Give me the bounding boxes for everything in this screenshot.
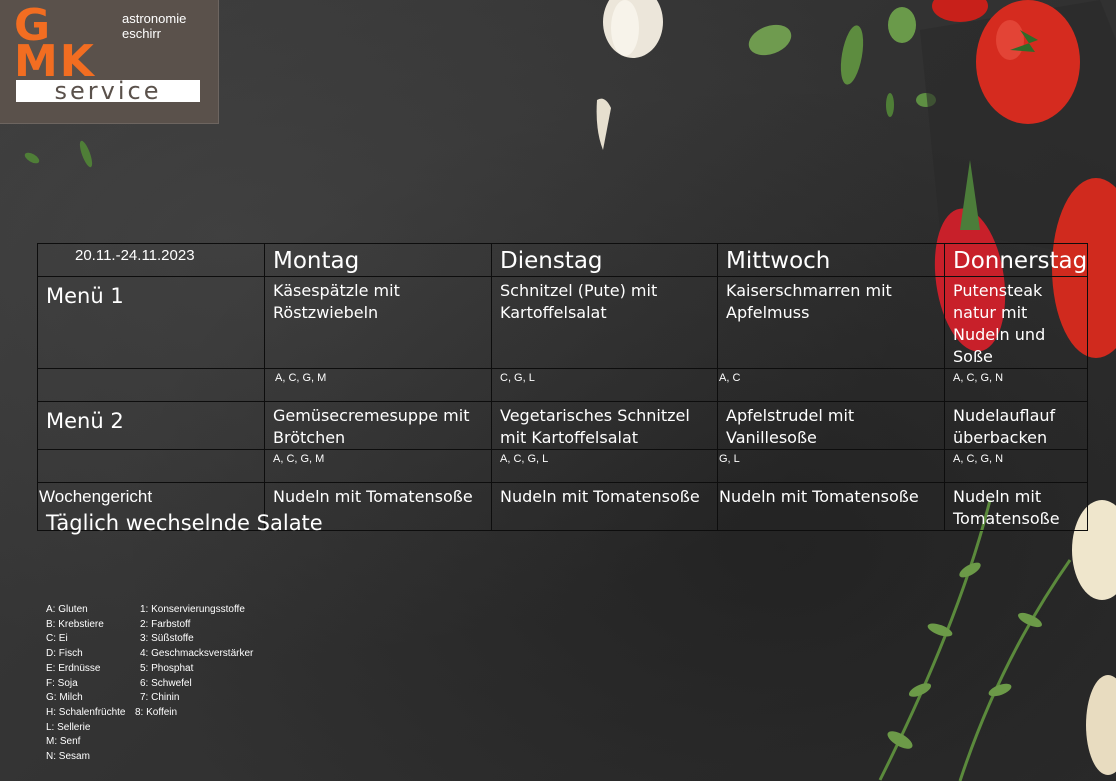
logo-service: service: [16, 79, 200, 103]
day-label: Montag: [273, 248, 360, 274]
legend-item: D: Fisch: [46, 648, 83, 660]
legend-item: B: Krebstiere: [46, 618, 104, 630]
date-range: 20.11.-24.11.2023: [75, 247, 195, 264]
legend-item: H: Schalenfrüchte: [46, 706, 126, 718]
dish: Nudelauflauf überbacken: [953, 406, 1056, 447]
legend-item: 5: Phosphat: [140, 662, 194, 674]
dish: Apfelstrudel mit Vanillesoße: [726, 406, 855, 447]
allergen-codes: A, C, G, N: [953, 453, 1004, 465]
logo-text-line1: astronomie: [122, 11, 187, 26]
empty-cell: [37, 368, 265, 402]
menu2-allergens-thursday: A, C, G, N: [943, 449, 1089, 483]
gmk-logo: G MK service astronomie eschirr: [0, 0, 219, 124]
menu2-row: Menü 2 Gemüsecremesuppe mit Brötchen Veg…: [37, 401, 1089, 450]
logo-text-line2: eschirr: [122, 26, 162, 41]
herb-sprigs-illustration: [878, 500, 1116, 781]
legend-item: 3: Süßstoffe: [140, 633, 194, 645]
day-label: Mittwoch: [726, 248, 831, 274]
additive-legend: 1: Konservierungsstoffe 2: Farbstoff 3: …: [135, 603, 254, 721]
dish: Käsespätzle mit Röstzwiebeln: [273, 281, 400, 322]
daily-salads-note: Täglich wechselnde Salate: [46, 511, 323, 535]
day-label: Dienstag: [500, 248, 603, 274]
allergen-codes: A, C: [719, 372, 741, 384]
allergen-legend: A: Gluten B: Krebstiere C: Ei D: Fisch E…: [46, 603, 126, 765]
legend-item: N: Sesam: [46, 751, 90, 763]
legend-item: 2: Farbstoff: [140, 618, 191, 630]
menu1-label-cell: Menü 1: [37, 276, 265, 369]
menu1-monday: Käsespätzle mit Röstzwiebeln: [264, 276, 492, 369]
dish: Nudeln mit Tomatensoße: [273, 487, 473, 506]
allergen-codes: C, G, L: [500, 372, 535, 384]
day-header-thursday: Donnerstag: [943, 243, 1089, 277]
legend-item: A: Gluten: [46, 604, 88, 615]
menu2-label-cell: Menü 2: [37, 401, 265, 450]
day-header-monday: Montag: [264, 243, 492, 277]
day-label: Donnerstag: [953, 248, 1088, 274]
allergen-codes: G, L: [719, 453, 740, 465]
leaf-left-illustration: [24, 140, 93, 168]
legend-item: 1: Konservierungsstoffe: [140, 604, 245, 615]
day-header-tuesday: Dienstag: [491, 243, 718, 277]
legend-item: E: Erdnüsse: [46, 662, 101, 674]
day-header-wednesday: Mittwoch: [717, 243, 945, 277]
menu1-label: Menü 1: [46, 284, 124, 308]
weekly-menu-table: 20.11.-24.11.2023 Montag Dienstag Mittwo…: [37, 243, 1089, 531]
weekly-tuesday: Nudeln mit Tomatensoße: [491, 482, 718, 531]
menu1-allergens-tuesday: C, G, L: [491, 368, 718, 402]
menu2-thursday: Nudelauflauf überbacken: [943, 401, 1089, 450]
legend-item: L: Sellerie: [46, 721, 91, 733]
dish: Vegetarisches Schnitzel mit Kartoffelsal…: [500, 406, 690, 447]
menu1-allergens-thursday: A, C, G, N: [943, 368, 1089, 402]
menu1-allergens-monday: A, C, G, M: [264, 368, 492, 402]
menu2-tuesday: Vegetarisches Schnitzel mit Kartoffelsal…: [491, 401, 718, 450]
menu1-wednesday: Kaiserschmarren mit Apfelmuss: [717, 276, 945, 369]
legend-item: 7: Chinin: [140, 692, 180, 704]
menu2-label: Menü 2: [46, 409, 124, 433]
menu2-allergens-wednesday: G, L: [717, 449, 945, 483]
legend-item: G: Milch: [46, 692, 83, 704]
garlic-illustration: [596, 0, 663, 150]
date-range-cell: 20.11.-24.11.2023: [37, 243, 265, 277]
dish: Kaiserschmarren mit Apfelmuss: [726, 281, 892, 322]
legend-item: 6: Schwefel: [140, 677, 192, 689]
weekly-label: Wochengericht: [39, 487, 153, 506]
allergen-codes: A, C, G, M: [275, 372, 327, 384]
menu1-thursday: Putensteak natur mit Nudeln und Soße: [943, 276, 1089, 369]
legend-item: 8: Koffein: [135, 706, 178, 718]
header-row: 20.11.-24.11.2023 Montag Dienstag Mittwo…: [37, 243, 1089, 277]
menu2-wednesday: Apfelstrudel mit Vanillesoße: [717, 401, 945, 450]
allergen-codes: A, C, G, M: [273, 453, 325, 465]
dish: Putensteak natur mit Nudeln und Soße: [953, 281, 1046, 366]
menu1-allergens-wednesday: A, C: [717, 368, 945, 402]
menu2-allergens-monday: A, C, G, M: [264, 449, 492, 483]
legend-item: 4: Geschmacksverstärker: [140, 648, 254, 660]
dish: Nudeln mit Tomatensoße: [719, 487, 919, 506]
legend-item: M: Senf: [46, 736, 81, 748]
dish: Nudeln mit Tomatensoße: [500, 487, 700, 506]
allergen-codes: A, C, G, L: [500, 453, 549, 465]
legend-item: F: Soja: [46, 677, 78, 689]
empty-cell: [37, 449, 265, 483]
weekly-wednesday: Nudeln mit Tomatensoße: [717, 482, 945, 531]
menu2-monday: Gemüsecremesuppe mit Brötchen: [264, 401, 492, 450]
weekly-thursday: Nudeln mit Tomatensoße: [943, 482, 1089, 531]
menu1-allergen-row: A, C, G, M C, G, L A, C A, C, G, N: [37, 368, 1089, 402]
dish: Gemüsecremesuppe mit Brötchen: [273, 406, 470, 447]
menu2-allergens-tuesday: A, C, G, L: [491, 449, 718, 483]
legend-item: C: Ei: [46, 633, 68, 645]
dish: Schnitzel (Pute) mit Kartoffelsalat: [500, 281, 658, 322]
menu2-allergen-row: A, C, G, M A, C, G, L G, L A, C, G, N: [37, 449, 1089, 483]
menu1-row: Menü 1 Käsespätzle mit Röstzwiebeln Schn…: [37, 276, 1089, 369]
allergen-codes: A, C, G, N: [953, 372, 1004, 384]
dish: Nudeln mit Tomatensoße: [953, 487, 1060, 528]
menu1-tuesday: Schnitzel (Pute) mit Kartoffelsalat: [491, 276, 718, 369]
